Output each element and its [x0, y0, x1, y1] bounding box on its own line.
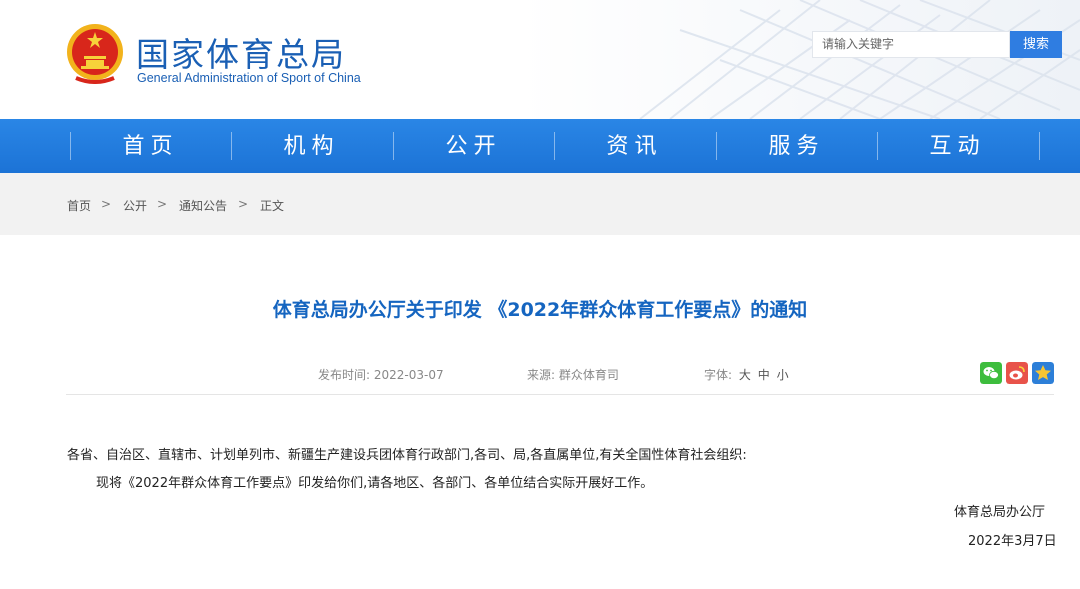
source-value: 群众体育司	[558, 368, 619, 382]
breadcrumb-separator: >	[238, 197, 249, 211]
nav-divider	[1039, 132, 1040, 160]
article-source: 来源: 群众体育司	[527, 366, 619, 383]
font-size-label: 字体:	[704, 368, 733, 382]
main-nav: 首页 机构 公开 资讯 服务 互动	[0, 119, 1080, 173]
breadcrumb-public[interactable]: 公开	[123, 197, 147, 214]
article-title: 体育总局办公厅关于印发 《2022年群众体育工作要点》的通知	[272, 299, 808, 321]
breadcrumb-notices[interactable]: 通知公告	[179, 197, 227, 214]
source-label: 来源:	[527, 368, 556, 382]
nav-item-home[interactable]: 首页	[70, 119, 231, 173]
nav-item-services[interactable]: 服务	[716, 119, 877, 173]
site-name-en[interactable]: General Administration of Sport of China	[137, 71, 361, 85]
breadcrumb-home[interactable]: 首页	[67, 197, 91, 214]
publish-date-label: 发布时间:	[318, 368, 371, 382]
publish-date: 发布时间: 2022-03-07	[318, 366, 444, 383]
search-button[interactable]: 搜索	[1010, 31, 1062, 58]
national-emblem-icon	[67, 24, 123, 84]
body-paragraph: 现将《2022年群众体育工作要点》印发给你们,请各地区、各部门、各单位结合实际开…	[96, 476, 654, 491]
breadcrumb-current: 正文	[260, 199, 285, 213]
nav-item-public[interactable]: 公开	[393, 119, 554, 173]
weibo-icon[interactable]	[1006, 362, 1028, 384]
breadcrumb: 首页 > 公开 > 通知公告 > 正文	[0, 173, 1080, 235]
publish-date-value: 2022-03-07	[373, 368, 444, 382]
font-size-small[interactable]: 小	[777, 368, 789, 382]
sign-date: 2022年3月7日	[968, 534, 1057, 549]
birds-nest-decoration	[520, 0, 1080, 119]
nav-item-news[interactable]: 资讯	[554, 119, 715, 173]
site-header: 国家体育总局 General Administration of Sport o…	[0, 0, 1080, 119]
wechat-icon[interactable]	[980, 362, 1002, 384]
favorite-star-icon[interactable]	[1032, 362, 1054, 384]
font-size-medium[interactable]: 中	[758, 368, 770, 382]
site-name-cn[interactable]: 国家体育总局	[136, 28, 346, 76]
breadcrumb-separator: >	[157, 197, 168, 211]
signature: 体育总局办公厅	[954, 505, 1046, 520]
nav-item-interaction[interactable]: 互动	[877, 119, 1038, 173]
search-input[interactable]: 请输入关键字	[812, 31, 1010, 58]
nav-item-organization[interactable]: 机构	[231, 119, 392, 173]
font-size-selector: 字体: 大 中 小	[704, 366, 789, 383]
font-size-large[interactable]: 大	[739, 368, 751, 382]
meta-divider	[66, 394, 1054, 395]
salutation: 各省、自治区、直辖市、计划单列市、新疆生产建设兵团体育行政部门,各司、局,各直属…	[67, 448, 747, 463]
breadcrumb-separator: >	[101, 197, 112, 211]
